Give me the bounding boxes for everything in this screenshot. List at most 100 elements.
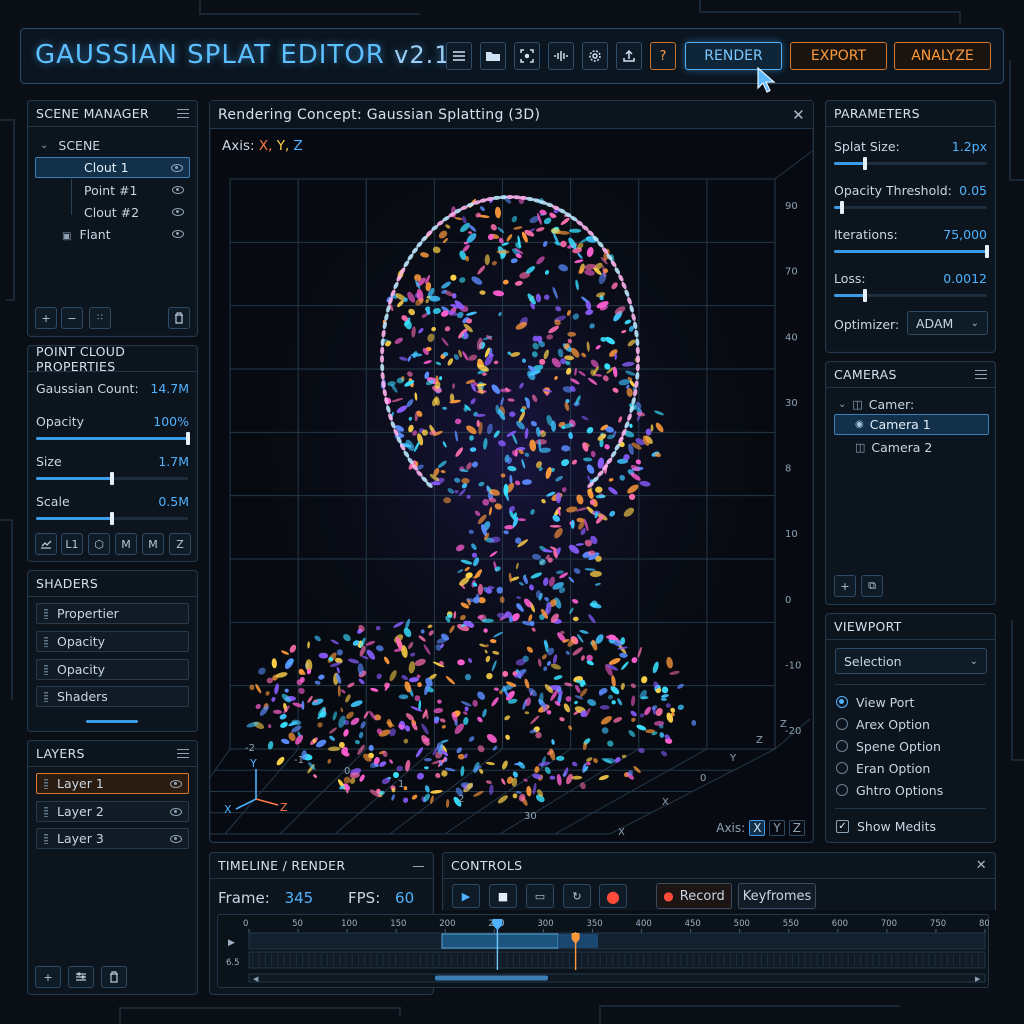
iterations-slider[interactable] [834,245,989,258]
drag-handle-icon[interactable] [44,807,48,817]
record-dot-icon[interactable]: ● [599,884,627,908]
add-icon[interactable]: + [834,575,856,597]
z-tool-button[interactable]: Z [169,533,191,555]
loop-clip-icon[interactable]: ▭ [526,884,554,908]
stop-icon[interactable]: ■ [489,884,517,908]
refresh-icon[interactable]: ↻ [563,884,591,908]
opacity-threshold-slider[interactable] [834,201,987,214]
l1-tool-button[interactable]: L1 [61,533,83,555]
analyze-button[interactable]: ANALYZE [894,42,991,70]
scroll-left-icon[interactable]: ◀ [253,975,259,983]
eye-icon[interactable] [170,779,182,788]
drag-handle-icon[interactable] [44,609,48,619]
z-axis-letter: 0 [700,773,706,784]
gaussian-splat [414,695,421,702]
show-medits-checkbox[interactable]: ✓ Show Medits [826,816,995,836]
camera-item[interactable]: ◫ Camera 2 [826,437,995,457]
drag-handle-icon[interactable] [44,637,48,647]
scene-root[interactable]: ⌄ SCENE [28,135,197,155]
shader-item[interactable]: Opacity [36,659,189,680]
camera-root[interactable]: ⌄ ◫ Camer: [826,394,995,414]
radio-option[interactable]: Ghtro Options [826,780,995,800]
axis-z-button[interactable]: Z [788,820,805,836]
selection-value: Selection [844,653,902,669]
add-icon[interactable]: + [35,966,61,988]
panel-menu-icon[interactable] [177,109,189,118]
timeline-scrollbar-thumb[interactable] [435,975,548,981]
camera-item-selected[interactable]: ◉ Camera 1 [834,414,989,435]
record-button[interactable]: ● Record [656,883,732,909]
scene-item-selected[interactable]: Clout 1 [35,157,190,178]
add-icon[interactable]: + [35,307,57,329]
export-button[interactable]: EXPORT [790,42,887,70]
layer-item[interactable]: Layer 2 [36,801,189,822]
upload-icon[interactable] [616,42,642,70]
eye-icon[interactable] [172,208,184,216]
shader-item[interactable]: Shaders [36,686,189,707]
eye-icon[interactable] [170,807,182,816]
timeline-track[interactable]: 0501001502002503003504004505005506007007… [217,914,989,988]
scene-item[interactable]: Clout #2 [28,202,197,222]
drag-handle-icon[interactable] [44,665,48,675]
panel-menu-icon[interactable] [975,370,987,379]
opacity-slider[interactable] [36,432,190,445]
drag-handle-icon[interactable] [44,834,48,844]
size-slider[interactable] [36,472,188,485]
scale-slider[interactable] [36,512,188,525]
optimizer-label: Optimizer: [834,316,900,332]
radio-option[interactable]: View Port [826,692,995,712]
panel-menu-icon[interactable] [177,749,189,758]
duplicate-icon[interactable]: ⧉ [861,575,883,597]
scroll-right-icon[interactable]: ▶ [975,975,981,983]
m-tool-button[interactable]: M [142,533,164,555]
axis-y-button[interactable]: Y [769,820,785,836]
eye-icon[interactable] [172,230,184,238]
optimizer-select[interactable]: ADAM ⌄ [907,311,988,335]
close-icon[interactable]: ✕ [976,858,987,873]
radio-option[interactable]: Eran Option [826,758,995,778]
axis-gizmo[interactable]: Y X Z [222,753,302,819]
axis-x-button[interactable]: X [749,820,766,836]
minimize-icon[interactable]: — [412,858,425,873]
frame-readout: Frame: 345 [218,889,313,907]
layer-item[interactable]: Layer 3 [36,828,189,849]
filter-icon[interactable] [68,966,94,988]
panel-title: SCENE MANAGER [36,106,149,121]
help-button[interactable]: ? [650,42,676,70]
trash-icon[interactable] [101,966,127,988]
settings-icon[interactable] [582,42,608,70]
menu-icon[interactable] [446,42,472,70]
splat-render[interactable]: 907040308100-10-20-2-101230ZZY0XX [210,129,813,842]
drag-handle-icon[interactable] [44,779,48,789]
layer-item-selected[interactable]: Layer 1 [36,773,189,794]
play-icon[interactable]: ▶ [452,884,480,908]
remove-icon[interactable]: − [61,307,83,329]
layers-header: LAYERS [28,741,197,767]
eye-icon[interactable] [171,163,183,172]
selection-dropdown[interactable]: Selection ⌄ [835,648,987,674]
group-icon[interactable]: ∷ [89,307,111,329]
track-play-icon[interactable]: ▶ [228,938,235,948]
frame-select-icon[interactable] [514,42,540,70]
loss-slider[interactable] [834,289,987,302]
drag-handle-icon[interactable] [44,692,48,702]
scene-item[interactable]: ▣ Flant [28,224,197,244]
splat-size-slider[interactable] [834,157,987,170]
radio-option[interactable]: Arex Option [826,714,995,734]
waveform-icon[interactable] [548,42,574,70]
eye-icon[interactable] [170,834,182,843]
shaders-scrollbar[interactable] [86,720,138,723]
close-icon[interactable]: ✕ [792,106,805,124]
active-clip[interactable] [441,933,559,949]
keyframes-button[interactable]: Keyfromes [738,883,816,909]
eye-icon[interactable] [172,186,184,194]
shader-item[interactable]: Opacity [36,631,189,652]
m-tool-button[interactable]: M [115,533,137,555]
radio-option[interactable]: Spene Option [826,736,995,756]
folder-icon[interactable] [480,42,506,70]
cube-icon[interactable]: ⬡ [88,533,110,555]
trash-icon[interactable] [168,307,190,329]
shader-item[interactable]: Propertier [36,603,189,624]
scene-item[interactable]: Point #1 [28,180,197,200]
histogram-icon[interactable] [35,533,57,555]
